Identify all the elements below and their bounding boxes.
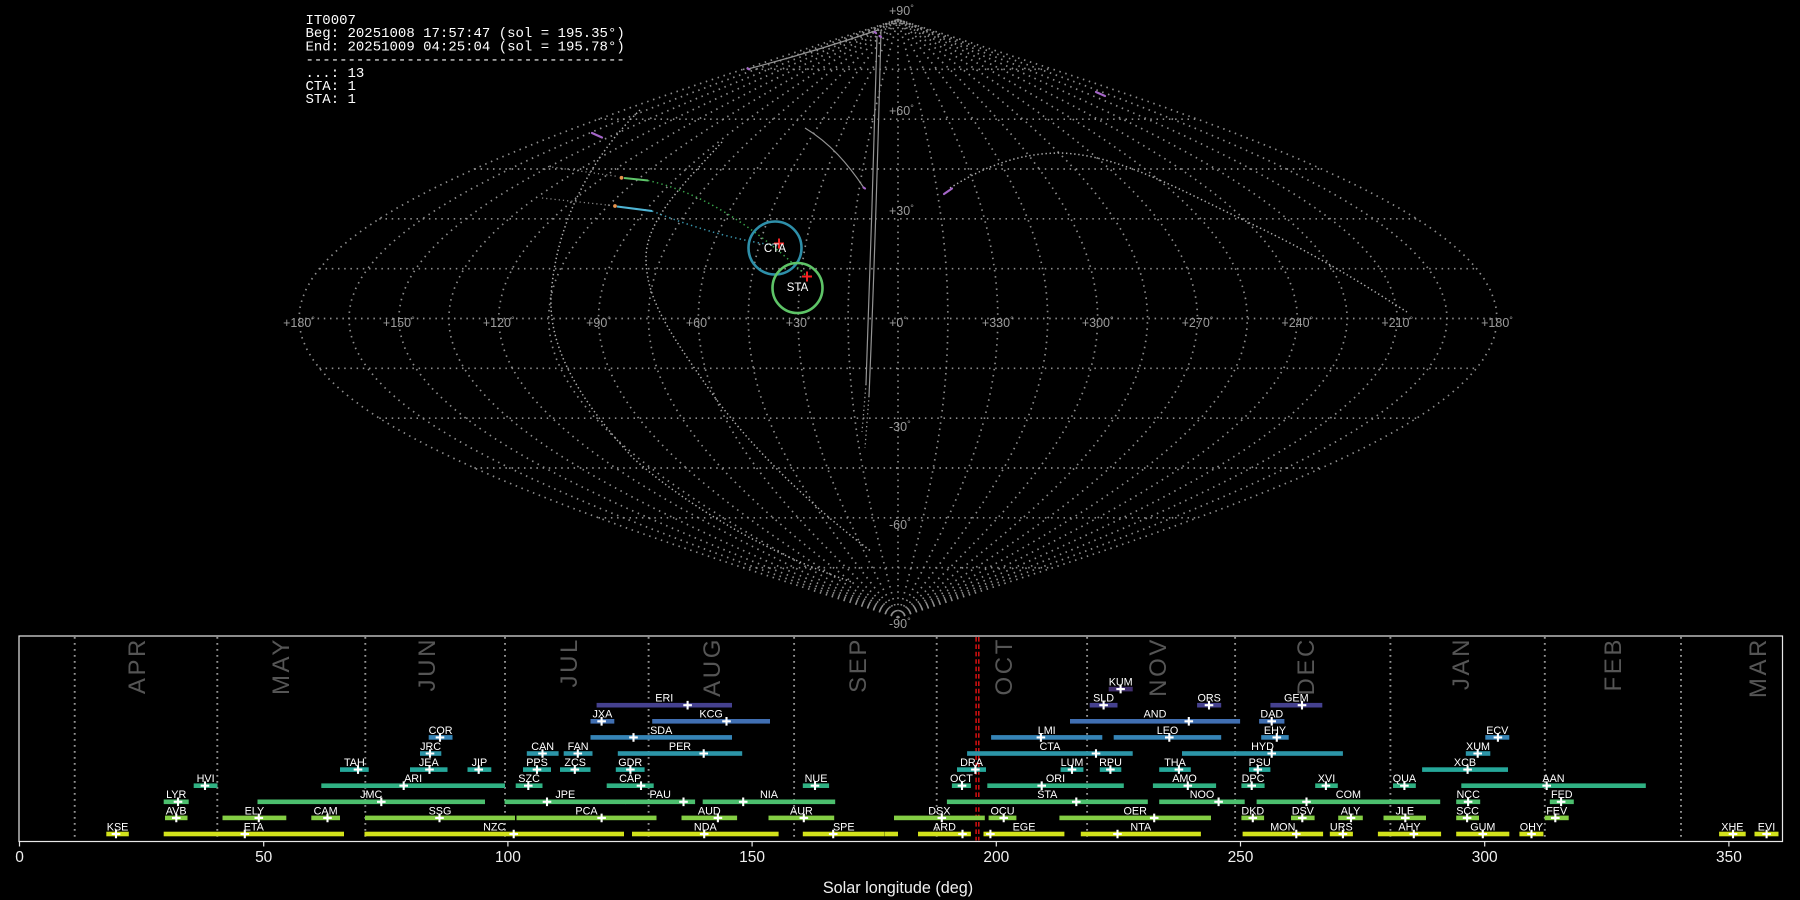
svg-text:200: 200 xyxy=(983,849,1009,866)
svg-text:KCG: KCG xyxy=(699,709,722,721)
svg-text:LEO: LEO xyxy=(1157,725,1179,737)
svg-text:+300°: +300° xyxy=(1082,315,1114,330)
svg-text:SDA: SDA xyxy=(650,725,673,737)
svg-text:EGE: EGE xyxy=(1013,821,1036,833)
svg-text:-30°: -30° xyxy=(889,419,911,434)
svg-text:COM: COM xyxy=(1336,789,1361,801)
svg-text:+330°: +330° xyxy=(982,315,1014,330)
svg-text:ORI: ORI xyxy=(1046,773,1065,785)
svg-text:CTA: CTA xyxy=(764,243,786,255)
svg-text:+120°: +120° xyxy=(483,315,515,330)
svg-text:DEC: DEC xyxy=(1293,637,1320,695)
svg-text:PAU: PAU xyxy=(649,789,670,801)
svg-text:SPE: SPE xyxy=(833,821,855,833)
svg-text:+0°: +0° xyxy=(889,315,907,330)
svg-text:CTA: CTA xyxy=(1040,741,1062,753)
svg-text:CAM: CAM xyxy=(314,805,338,817)
svg-text:-60°: -60° xyxy=(889,517,911,532)
svg-text:+30°: +30° xyxy=(786,315,811,330)
svg-text:150: 150 xyxy=(739,849,765,866)
svg-text:0: 0 xyxy=(15,849,24,866)
svg-text:+270°: +270° xyxy=(1182,315,1214,330)
svg-text:350: 350 xyxy=(1716,849,1742,866)
svg-text:ARI: ARI xyxy=(404,773,422,785)
svg-text:SEP: SEP xyxy=(845,637,872,693)
svg-text:EHY: EHY xyxy=(1264,725,1286,737)
svg-text:+180°: +180° xyxy=(283,315,315,330)
svg-text:MAR: MAR xyxy=(1745,637,1772,698)
svg-text:PER: PER xyxy=(669,741,691,753)
svg-text:100: 100 xyxy=(495,849,521,866)
svg-text:KSE: KSE xyxy=(107,821,129,833)
svg-text:ARD: ARD xyxy=(933,821,956,833)
svg-text:APR: APR xyxy=(124,637,151,694)
svg-text:FEV: FEV xyxy=(1546,805,1568,817)
svg-text:+210°: +210° xyxy=(1381,315,1413,330)
svg-text:PCA: PCA xyxy=(575,805,598,817)
svg-text:+180°: +180° xyxy=(1481,315,1513,330)
svg-text:JUL: JUL xyxy=(556,637,583,687)
svg-text:AND: AND xyxy=(1144,709,1167,721)
svg-text:PSU: PSU xyxy=(1249,757,1271,769)
svg-text:MAY: MAY xyxy=(268,637,295,695)
svg-text:JAN: JAN xyxy=(1448,637,1475,690)
svg-text:GEM: GEM xyxy=(1284,693,1309,705)
svg-text:STA: STA xyxy=(787,282,809,294)
svg-text:+150°: +150° xyxy=(383,315,415,330)
svg-text:NIA: NIA xyxy=(760,789,779,801)
svg-text:CAP: CAP xyxy=(619,773,641,785)
svg-text:ELY: ELY xyxy=(245,805,265,817)
svg-text:NOO: NOO xyxy=(1190,789,1215,801)
svg-text:JXA: JXA xyxy=(592,709,613,721)
svg-text:THA: THA xyxy=(1164,757,1186,769)
svg-text:+60°: +60° xyxy=(686,315,711,330)
svg-text:ERI: ERI xyxy=(655,693,673,705)
svg-text:250: 250 xyxy=(1228,849,1254,866)
svg-text:-90°: -90° xyxy=(889,616,911,631)
svg-text:AUG: AUG xyxy=(699,637,726,697)
svg-text:NTA: NTA xyxy=(1130,821,1152,833)
svg-text:JPE: JPE xyxy=(555,789,575,801)
svg-text:STA: STA xyxy=(1037,789,1058,801)
svg-text:OER: OER xyxy=(1123,805,1147,817)
svg-text:50: 50 xyxy=(255,849,273,866)
svg-text:JMC: JMC xyxy=(360,789,382,801)
svg-text:URS: URS xyxy=(1330,821,1353,833)
svg-text:OCU: OCU xyxy=(991,805,1015,817)
svg-text:LYR: LYR xyxy=(166,789,186,801)
svg-text:DPC: DPC xyxy=(1242,773,1265,785)
svg-text:NOV: NOV xyxy=(1145,637,1172,697)
svg-text:AHY: AHY xyxy=(1398,821,1420,833)
svg-text:DSX: DSX xyxy=(928,805,950,817)
svg-text:AUR: AUR xyxy=(790,805,813,817)
svg-text:ETA: ETA xyxy=(244,821,265,833)
svg-text:MON: MON xyxy=(1270,821,1295,833)
svg-text:300: 300 xyxy=(1472,849,1498,866)
svg-text:NDA: NDA xyxy=(694,821,718,833)
svg-text:+60°: +60° xyxy=(889,103,914,118)
svg-text:FEB: FEB xyxy=(1600,637,1627,691)
svg-text:OCT: OCT xyxy=(991,637,1018,695)
svg-text:DRA: DRA xyxy=(960,757,984,769)
svg-text:+30°: +30° xyxy=(889,203,914,218)
svg-text:JUN: JUN xyxy=(414,637,441,691)
svg-text:AMO: AMO xyxy=(1172,773,1197,785)
svg-text:+90°: +90° xyxy=(889,3,914,18)
svg-text:STA: 1: STA: 1 xyxy=(306,92,356,108)
svg-text:+90°: +90° xyxy=(586,315,611,330)
svg-text:TAH: TAH xyxy=(344,757,365,769)
svg-text:NZC: NZC xyxy=(483,821,505,833)
svg-text:+240°: +240° xyxy=(1281,315,1313,330)
svg-text:Solar longitude (deg): Solar longitude (deg) xyxy=(823,879,973,897)
svg-text:XCB: XCB xyxy=(1454,757,1476,769)
